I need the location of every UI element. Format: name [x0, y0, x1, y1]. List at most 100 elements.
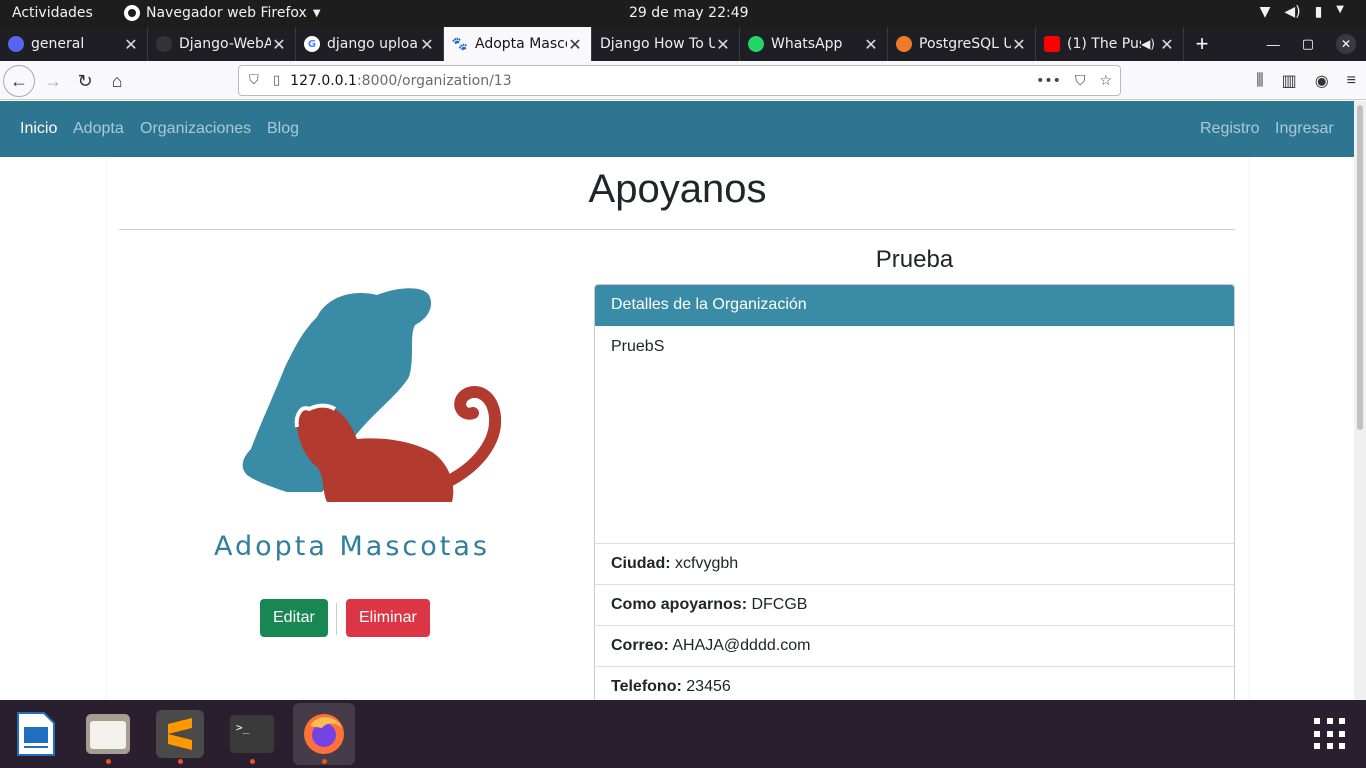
field-label: Correo: [611, 637, 669, 654]
activities-button[interactable]: Actividades [12, 5, 93, 21]
tab-title: general [31, 36, 85, 52]
back-icon[interactable]: ← [3, 65, 35, 97]
nav-link-ingresar[interactable]: Ingresar [1275, 120, 1334, 138]
show-apps-icon[interactable] [1314, 718, 1346, 750]
new-tab-button[interactable]: + [1184, 27, 1220, 61]
edit-button[interactable]: Editar [260, 599, 328, 637]
library-icon[interactable]: ⫼ [1256, 72, 1263, 90]
scrollbar-thumb[interactable] [1357, 105, 1363, 430]
pocket-icon[interactable]: ⛉ [1075, 73, 1086, 89]
volume-icon: ◀) [1284, 4, 1301, 20]
details-card: Detalles de la Organización PruebS Ciuda… [594, 284, 1235, 700]
url-text[interactable]: 127.0.0.1:8000/organization/13 [290, 73, 511, 89]
sublime-text-icon[interactable] [149, 703, 211, 765]
minimize-icon[interactable]: — [1267, 37, 1280, 52]
organization-logo: Adopta Mascotas [177, 277, 527, 577]
page-title: Apoyanos [588, 167, 767, 211]
field-label: Como apoyarnos: [611, 596, 748, 613]
close-icon[interactable]: ✕ [567, 35, 583, 54]
more-icon[interactable]: ••• [1036, 73, 1061, 89]
reload-icon[interactable]: ↻ [69, 65, 101, 97]
nav-link-organizaciones[interactable]: Organizaciones [140, 120, 251, 138]
system-tray[interactable]: ▼ ◀) ▮ ▼ [1260, 4, 1344, 20]
tab-django-upload[interactable]: G django uploa ✕ [296, 27, 444, 61]
tab-youtube[interactable]: (1) The Pus ◀) ✕ [1036, 27, 1184, 61]
field-value: AHAJA@dddd.com [672, 637, 811, 654]
tab-postgresql[interactable]: PostgreSQL U ✕ [888, 27, 1036, 61]
discord-icon [8, 36, 24, 52]
maximize-icon[interactable]: ▢ [1302, 36, 1314, 52]
firefox-icon[interactable] [293, 703, 355, 765]
tab-django-weba[interactable]: Django-WebA ✕ [148, 27, 296, 61]
star-icon[interactable]: ☆ [1099, 73, 1112, 89]
close-icon[interactable]: ✕ [1159, 35, 1175, 54]
tab-django-how-to[interactable]: Django How To U ✕ [592, 27, 740, 61]
tab-title: PostgreSQL U [919, 36, 1011, 52]
url-host: 127.0.0.1 [290, 72, 357, 89]
cat-tail [441, 386, 502, 488]
app-menu-label: Navegador web Firefox [146, 5, 307, 21]
close-icon[interactable]: ✕ [715, 35, 731, 54]
close-window-icon[interactable]: ✕ [1336, 34, 1356, 54]
running-indicator [178, 759, 183, 764]
tab-adopta-mascotas[interactable]: 🐾 Adopta Masco ✕ [444, 27, 592, 61]
wifi-icon: ▼ [1259, 4, 1271, 20]
tab-strip: general ✕ Django-WebA ✕ G django uploa ✕… [0, 27, 1366, 61]
running-indicator [106, 759, 111, 764]
app-menu[interactable]: Navegador web Firefox ▼ [124, 5, 321, 21]
nav-link-blog[interactable]: Blog [267, 120, 299, 138]
close-icon[interactable]: ✕ [123, 35, 139, 54]
battery-icon: ▮ [1314, 4, 1323, 20]
field-value: DFCGB [751, 596, 808, 613]
logo-text: Adopta Mascotas [214, 531, 490, 562]
chevron-down-icon: ▼ [1336, 4, 1344, 15]
running-indicator [250, 759, 255, 764]
paw-icon: 🐾 [451, 36, 469, 52]
google-icon: G [304, 36, 320, 52]
chevron-down-icon: ▼ [312, 7, 321, 19]
main-container: Apoyanos Adopta Mascotas Editar Eliminar… [107, 157, 1248, 700]
account-icon[interactable]: ◉ [1315, 71, 1329, 91]
firefox-icon [124, 5, 140, 21]
terminal-icon[interactable]: >_ [221, 703, 283, 765]
audio-icon[interactable]: ◀) [1141, 37, 1155, 51]
close-icon[interactable]: ✕ [863, 35, 879, 54]
tab-title: django uploa [327, 36, 418, 52]
nav-link-inicio[interactable]: Inicio [20, 120, 57, 138]
tab-whatsapp[interactable]: WhatsApp ✕ [740, 27, 888, 61]
svg-text:>_: >_ [236, 721, 250, 734]
field-value: 23456 [686, 678, 731, 695]
tab-general[interactable]: general ✕ [0, 27, 148, 61]
forward-icon[interactable]: → [37, 65, 69, 97]
close-icon[interactable]: ✕ [1011, 35, 1027, 54]
nav-link-adopta[interactable]: Adopta [73, 120, 124, 138]
field-correo: Correo: AHAJA@dddd.com [595, 626, 1234, 667]
divider [119, 229, 1235, 230]
shield-icon[interactable]: ⛉ [249, 73, 263, 88]
sidebar-icon[interactable]: ▥ [1282, 71, 1297, 91]
web-page: Inicio Adopta Organizaciones Blog Regist… [0, 101, 1354, 700]
card-header: Detalles de la Organización [595, 285, 1234, 326]
libreoffice-writer-icon[interactable] [5, 703, 67, 765]
delete-button[interactable]: Eliminar [346, 599, 430, 637]
github-icon [156, 36, 172, 52]
organization-name: Prueba [875, 246, 954, 273]
files-icon[interactable] [77, 703, 139, 765]
window-controls: — ▢ ✕ [1267, 27, 1356, 61]
close-icon[interactable]: ✕ [271, 35, 287, 54]
tab-title: Adopta Masco [475, 36, 567, 52]
home-icon[interactable]: ⌂ [101, 65, 133, 97]
menu-icon[interactable]: ≡ [1347, 72, 1356, 90]
url-bar[interactable]: ⛉ ▯ 127.0.0.1:8000/organization/13 ••• ⛉… [238, 65, 1121, 96]
dock: >_ [0, 700, 1366, 768]
running-indicator [322, 759, 327, 764]
page-info-icon[interactable]: ▯ [273, 73, 280, 88]
logo-pets-graphic [242, 288, 502, 502]
nav-link-registro[interactable]: Registro [1200, 120, 1260, 138]
close-icon[interactable]: ✕ [419, 35, 435, 54]
field-label: Telefono: [611, 678, 682, 695]
field-label: Ciudad: [611, 555, 671, 572]
clock[interactable]: 29 de may 22:49 [629, 5, 749, 21]
page-scrollbar[interactable] [1354, 101, 1366, 700]
tab-title: Django How To U [600, 36, 715, 52]
